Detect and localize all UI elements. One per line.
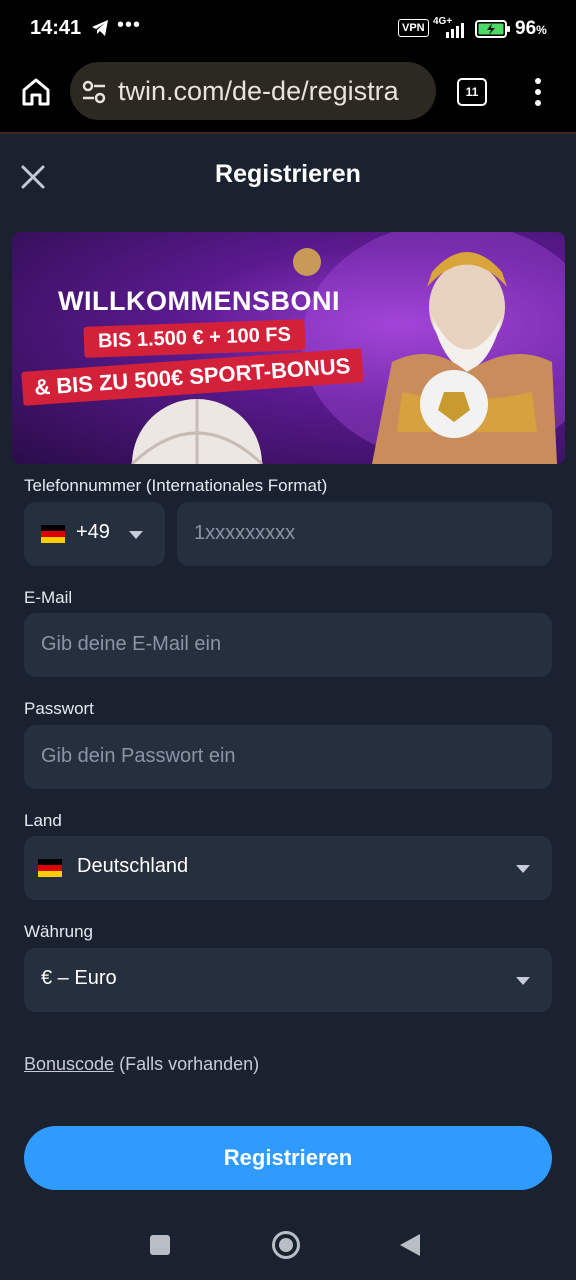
country-select[interactable]: Deutschland: [24, 836, 552, 900]
email-placeholder: Gib deine E-Mail ein: [41, 633, 222, 655]
country-code-select[interactable]: +49: [24, 502, 165, 566]
currency-value: € – Euro: [41, 967, 117, 989]
overflow-menu-icon[interactable]: [532, 76, 544, 108]
site-settings-icon[interactable]: [81, 80, 107, 104]
currency-select[interactable]: € – Euro: [24, 948, 552, 1012]
currency-label: Währung: [24, 922, 93, 941]
tabs-count-icon[interactable]: 11: [457, 78, 487, 106]
email-label: E-Mail: [24, 588, 73, 607]
address-bar[interactable]: twin.com/de-de/registra: [70, 62, 436, 120]
phone-number-field[interactable]: 1xxxxxxxxx: [177, 502, 552, 566]
password-label: Passwort: [24, 699, 94, 718]
welcome-bonus-banner[interactable]: WILLKOMMENSBONI BIS 1.500 € + 100 FS & B…: [12, 232, 565, 464]
url-text[interactable]: twin.com/de-de/registra: [118, 76, 428, 107]
vpn-badge: VPN: [398, 19, 429, 37]
browser-toolbar: twin.com/de-de/registra 11: [0, 60, 576, 134]
battery-percent: 96%: [515, 18, 547, 39]
back-nav-icon[interactable]: [399, 1233, 421, 1257]
bonus-code-line: Bonuscode (Falls vorhanden): [24, 1054, 259, 1075]
country-code-value: +49: [76, 521, 110, 543]
status-time: 14:41: [30, 17, 82, 39]
battery-icon: [475, 20, 510, 38]
email-field[interactable]: Gib deine E-Mail ein: [24, 613, 552, 677]
chevron-down-icon: [516, 977, 530, 985]
password-field[interactable]: Gib dein Passwort ein: [24, 725, 552, 789]
country-label: Land: [24, 811, 62, 830]
chevron-down-icon: [516, 865, 530, 873]
germany-flag-icon: [41, 525, 65, 543]
bonus-code-hint: (Falls vorhanden): [114, 1054, 260, 1074]
telegram-icon: [92, 20, 108, 36]
password-placeholder: Gib dein Passwort ein: [41, 745, 236, 767]
banner-heading: WILLKOMMENSBONI: [58, 286, 340, 316]
register-button[interactable]: Registrieren: [24, 1126, 552, 1190]
germany-flag-icon: [38, 859, 62, 877]
phone-label: Telefonnummer (Internationales Format): [24, 476, 328, 495]
more-notifications-icon: •••: [117, 14, 142, 36]
home-icon[interactable]: [20, 76, 52, 108]
signal-icon: [446, 23, 464, 38]
page-title: Registrieren: [215, 160, 361, 188]
bonus-code-link[interactable]: Bonuscode: [24, 1054, 114, 1074]
recent-apps-icon[interactable]: [150, 1235, 170, 1255]
phone-placeholder: 1xxxxxxxxx: [194, 522, 296, 544]
status-bar: 14:41 ••• VPN 4G+ 96%: [0, 0, 576, 60]
country-value: Deutschland: [77, 855, 189, 877]
home-nav-icon[interactable]: [271, 1230, 301, 1260]
chevron-down-icon: [129, 531, 143, 539]
